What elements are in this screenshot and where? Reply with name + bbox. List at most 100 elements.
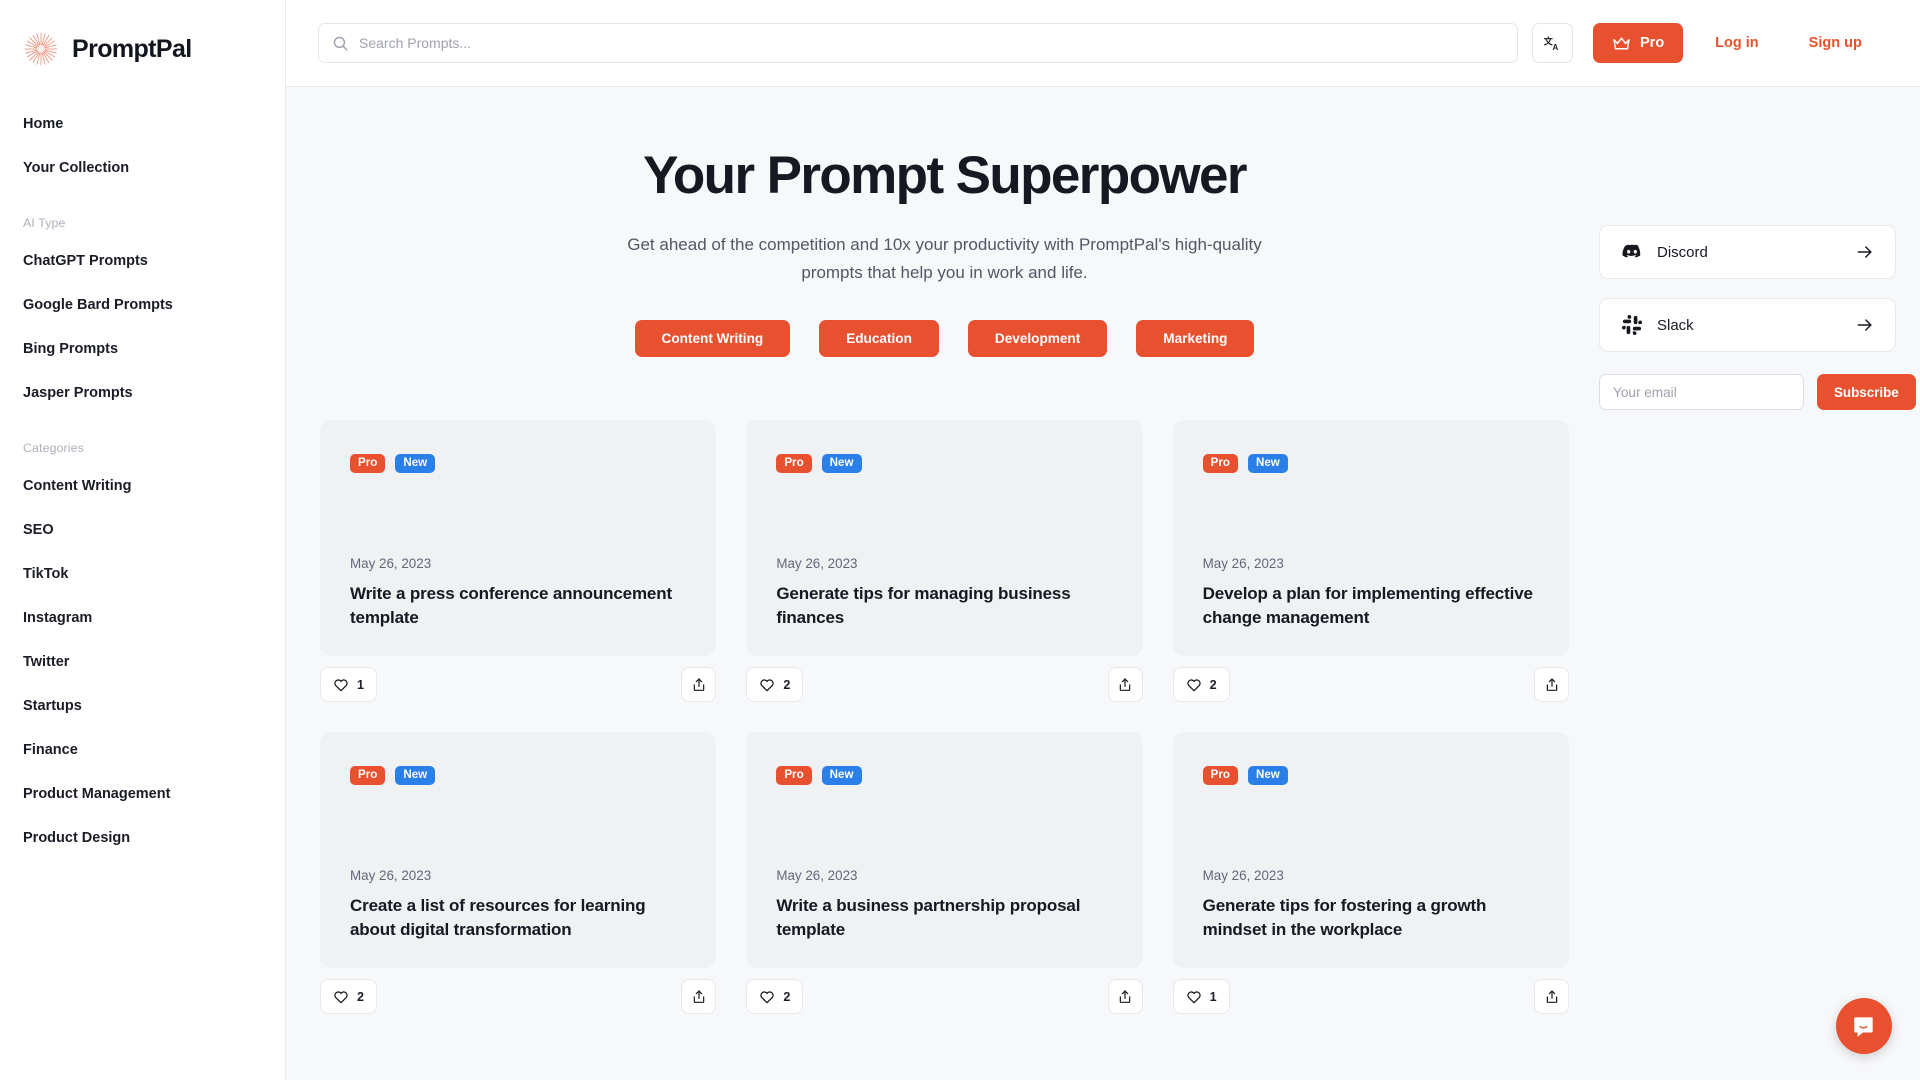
sidebar-group-label-categories: Categories <box>23 441 84 455</box>
sidebar-item-instagram[interactable]: Instagram <box>0 596 285 640</box>
brand[interactable]: PromptPal <box>0 0 285 76</box>
sidebar-item-home[interactable]: Home <box>0 102 285 146</box>
sidebar-item-startups[interactable]: Startups <box>0 684 285 728</box>
prompt-card-date: May 26, 2023 <box>776 868 858 884</box>
left-sidebar: PromptPal Home Your Collection AI Type C… <box>0 0 286 1080</box>
chat-widget-button[interactable] <box>1836 998 1892 1054</box>
prompt-card-actions: 2 <box>320 979 717 1015</box>
prompt-card: Pro New May 26, 2023 Develop a plan for … <box>1172 420 1569 703</box>
like-button[interactable]: 2 <box>320 979 378 1015</box>
sidebar-item-tiktok[interactable]: TikTok <box>0 552 285 596</box>
prompt-card-body[interactable]: Pro New May 26, 2023 Write a business pa… <box>746 732 1143 969</box>
category-button-marketing[interactable]: Marketing <box>1136 320 1255 358</box>
category-button-education[interactable]: Education <box>819 320 939 358</box>
share-button[interactable] <box>1107 667 1143 703</box>
prompt-card-date: May 26, 2023 <box>1202 556 1284 572</box>
prompt-card: Pro New May 26, 2023 Generate tips for m… <box>746 420 1143 703</box>
like-button[interactable]: 2 <box>746 667 804 703</box>
share-icon <box>693 678 705 691</box>
sidebar-item-google-bard-prompts[interactable]: Google Bard Prompts <box>0 283 285 327</box>
content-scroll-area[interactable]: Your Prompt Superpower Get ahead of the … <box>286 87 1920 1080</box>
sidebar-item-content-writing[interactable]: Content Writing <box>0 464 285 508</box>
discord-card[interactable]: Discord <box>1599 225 1896 279</box>
status-badge-new: New <box>395 454 436 473</box>
heart-icon <box>1186 679 1201 692</box>
sidebar-group-label-ai-type: AI Type <box>23 216 66 230</box>
discord-icon <box>1622 244 1641 258</box>
search-input[interactable] <box>359 35 1504 51</box>
category-button-development[interactable]: Development <box>967 320 1108 358</box>
prompt-card-title: Generate tips for fostering a growth min… <box>1202 896 1487 940</box>
prompt-card-body[interactable]: Pro New May 26, 2023 Generate tips for m… <box>746 420 1143 657</box>
top-bar: 文 A Pro Log in Sign up <box>286 0 1920 87</box>
status-badge-pro: Pro <box>1202 766 1238 785</box>
sidebar-item-jasper-prompts[interactable]: Jasper Prompts <box>0 371 285 415</box>
prompt-card-actions: 2 <box>746 667 1143 703</box>
page-title: Your Prompt Superpower <box>643 146 1247 205</box>
badge-group: Pro New <box>1202 766 1539 785</box>
status-badge-pro: Pro <box>350 454 386 473</box>
share-button[interactable] <box>1107 979 1143 1015</box>
category-button-content-writing[interactable]: Content Writing <box>634 320 791 358</box>
sidebar-item-bing-prompts[interactable]: Bing Prompts <box>0 327 285 371</box>
share-button[interactable] <box>1534 667 1569 703</box>
newsletter-form: Subscribe <box>1599 374 1916 410</box>
arrow-right-icon <box>1857 319 1872 331</box>
status-badge-pro: Pro <box>1202 454 1238 473</box>
share-button[interactable] <box>681 667 717 703</box>
sidebar-item-finance[interactable]: Finance <box>0 728 285 772</box>
prompt-card: Pro New May 26, 2023 Create a list of re… <box>320 732 717 1015</box>
sidebar-item-your-collection[interactable]: Your Collection <box>0 146 285 190</box>
right-rail: Discord Slack Your email Subscribe <box>1599 87 1916 1014</box>
status-badge-new: New <box>1247 454 1288 473</box>
search-icon <box>333 36 348 51</box>
prompt-card: Pro New May 26, 2023 Write a press confe… <box>320 420 717 703</box>
prompt-card-title: Write a press conference announcement te… <box>350 584 672 628</box>
sidebar-item-product-management[interactable]: Product Management <box>0 772 285 816</box>
badge-group: Pro New <box>776 454 1112 473</box>
share-button[interactable] <box>1534 979 1569 1015</box>
signup-button[interactable]: Sign up <box>1791 23 1880 63</box>
status-badge-new: New <box>395 766 436 785</box>
prompt-card-date: May 26, 2023 <box>350 868 432 884</box>
slack-card[interactable]: Slack <box>1599 298 1896 352</box>
like-button[interactable]: 1 <box>320 667 378 703</box>
login-button[interactable]: Log in <box>1697 23 1777 63</box>
sidebar-item-chatgpt-prompts[interactable]: ChatGPT Prompts <box>0 239 285 283</box>
share-button[interactable] <box>681 979 717 1015</box>
prompt-card-actions: 1 <box>320 667 717 703</box>
heart-icon <box>334 991 348 1004</box>
prompt-card-body[interactable]: Pro New May 26, 2023 Develop a plan for … <box>1172 420 1569 657</box>
language-switcher-button[interactable]: 文 A <box>1532 23 1573 63</box>
pro-button-label: Pro <box>1640 35 1665 51</box>
sidebar-item-twitter[interactable]: Twitter <box>0 640 285 684</box>
prompt-card-body[interactable]: Pro New May 26, 2023 Generate tips for f… <box>1172 732 1569 969</box>
subscribe-button[interactable]: Subscribe <box>1817 374 1916 410</box>
share-icon <box>1546 990 1557 1003</box>
share-icon <box>693 990 705 1003</box>
sidebar-item-product-design[interactable]: Product Design <box>0 816 285 860</box>
sunburst-logo-icon <box>24 32 58 66</box>
like-button[interactable]: 2 <box>1172 667 1230 703</box>
pro-button[interactable]: Pro <box>1593 23 1684 63</box>
main-area: 文 A Pro Log in Sign up Your Prompt Super… <box>286 0 1920 1080</box>
like-button[interactable]: 1 <box>1172 979 1230 1015</box>
prompt-card-date: May 26, 2023 <box>1202 868 1284 884</box>
status-badge-pro: Pro <box>776 766 812 785</box>
prompt-card: Pro New May 26, 2023 Write a business pa… <box>746 732 1143 1015</box>
app-root: PromptPal Home Your Collection AI Type C… <box>0 0 1920 1080</box>
prompt-card: Pro New May 26, 2023 Generate tips for f… <box>1172 732 1569 1015</box>
email-field[interactable] <box>1599 374 1804 410</box>
status-badge-new: New <box>821 454 862 473</box>
like-count: 1 <box>1209 989 1217 1004</box>
arrow-right-icon <box>1857 246 1872 258</box>
like-count: 1 <box>357 677 365 692</box>
hero-section: Your Prompt Superpower Get ahead of the … <box>320 87 1569 358</box>
sidebar-item-seo[interactable]: SEO <box>0 508 285 552</box>
like-button[interactable]: 2 <box>746 979 804 1015</box>
search-box[interactable] <box>318 23 1518 63</box>
prompt-card-body[interactable]: Pro New May 26, 2023 Create a list of re… <box>320 732 717 969</box>
prompt-card-body[interactable]: Pro New May 26, 2023 Write a press confe… <box>320 420 717 657</box>
share-icon <box>1119 990 1131 1003</box>
slack-icon <box>1622 315 1642 335</box>
